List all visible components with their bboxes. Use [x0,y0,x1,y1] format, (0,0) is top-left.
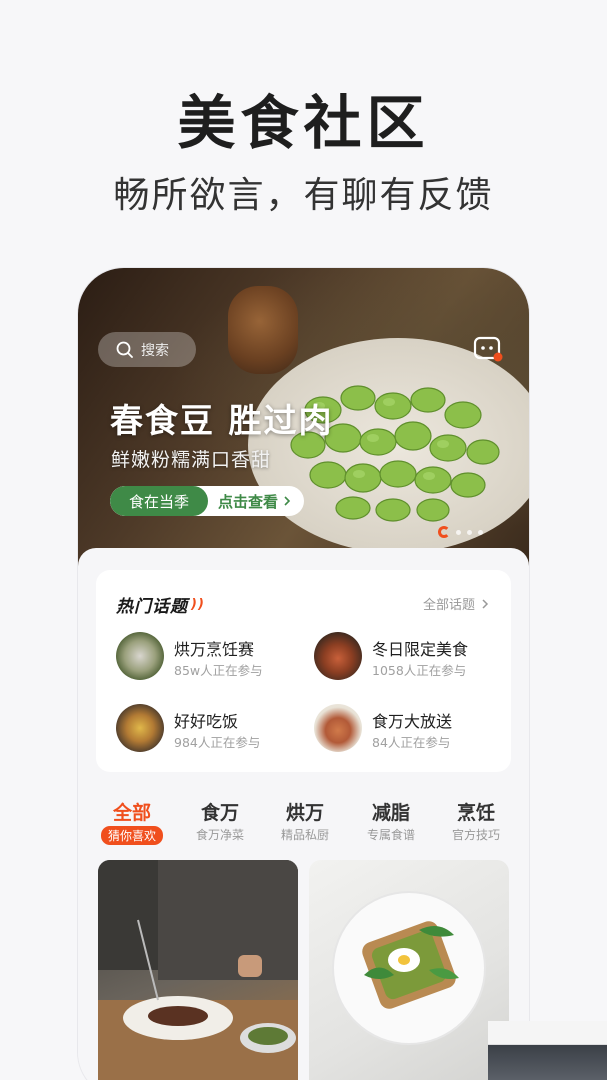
tab-diet[interactable]: 减脂 专属食谱 [351,798,431,843]
message-icon[interactable] [473,336,503,362]
search-placeholder: 搜索 [141,342,169,359]
topic-item[interactable]: 食万大放送 84人正在参与 [314,704,504,754]
topic-thumbnail [116,632,164,680]
tab-label: 烹饪 [456,802,495,824]
category-tabs: 全部 猜你喜欢 食万 食万净菜 烘万 精品私厨 减脂 专属食谱 烹饪 官方技巧 [98,798,513,850]
feed-card-toast[interactable] [309,860,509,1080]
topic-thumbnail [314,704,362,752]
topic-item[interactable]: 冬日限定美食 1058人正在参与 [314,632,504,682]
carousel-dot [478,529,483,535]
tab-label: 减脂 [371,802,410,824]
topic-count: 84人正在参与 [372,735,451,750]
tab-shiwan[interactable]: 食万 食万净菜 [180,798,260,843]
hot-topics-title-text: 热门话题 [116,597,188,617]
season-tag: 食在当季 [110,486,208,516]
topic-thumbnail [314,632,362,680]
chevron-right-icon [284,496,291,506]
tab-sublabel: 官方技巧 [451,828,500,842]
tab-sublabel: 精品私厨 [280,828,329,842]
carousel-dot [467,529,472,535]
tab-sublabel: 专属食谱 [366,828,415,842]
topic-name: 冬日限定美食 [372,640,469,659]
topic-item[interactable]: 好好吃饭 984人正在参与 [116,704,306,754]
avocado-toast-image [332,891,486,1045]
chevron-right-icon [482,598,489,609]
topic-thumbnail [116,704,164,752]
carousel-dot-active [438,526,450,538]
carousel-dot [456,529,461,535]
view-link[interactable]: 点击查看 [208,491,293,512]
promo-title: 美食社区 [177,89,430,157]
topic-name: 食万大放送 [372,712,453,731]
hero-banner[interactable]: 搜索 春食豆 胜过肉 鲜嫩粉糯满口香甜 食在当季 点击查看 [78,268,529,568]
topic-name: 好好吃饭 [174,712,239,731]
topic-count: 1058人正在参与 [372,663,467,678]
bottle-image [228,286,298,374]
tab-all[interactable]: 全部 猜你喜欢 [92,798,172,845]
feed-card-chef[interactable] [98,860,298,1080]
swoosh-icon: )) [191,597,205,612]
tab-sublabel: 食万净菜 [195,828,244,842]
search-icon [116,341,133,358]
carousel-indicator [438,526,489,538]
all-topics-label: 全部话题 [422,598,475,613]
tab-cooking[interactable]: 烹饪 官方技巧 [436,798,516,843]
banner-headline: 春食豆 胜过肉 [110,401,334,440]
topic-count: 984人正在参与 [174,735,261,750]
tab-label: 烘万 [285,802,324,824]
tab-label: 全部 [112,802,151,824]
chef-plating-image [98,860,298,1080]
content-sheet: 热门话题 )) 全部话题 烘万烹饪赛 85w人正在参与 冬日限定美食 1058人… [78,548,529,1080]
tab-hongwan[interactable]: 烘万 精品私厨 [265,798,345,843]
hot-topics-card: 热门话题 )) 全部话题 烘万烹饪赛 85w人正在参与 冬日限定美食 1058人… [96,570,511,772]
promo-subtitle: 畅所欲言，有聊有反馈 [113,175,494,216]
tab-sublabel: 猜你喜欢 [100,826,163,845]
view-link-label: 点击查看 [218,492,279,511]
tab-label: 食万 [200,802,239,824]
topic-item[interactable]: 烘万烹饪赛 85w人正在参与 [116,632,306,682]
corner-preview-image [488,1021,607,1080]
search-bar[interactable]: 搜索 [98,332,196,367]
topic-count: 85w人正在参与 [174,663,263,678]
hot-topics-title: 热门话题 )) [116,592,205,617]
phone-frame: 搜索 春食豆 胜过肉 鲜嫩粉糯满口香甜 食在当季 点击查看 热门话题)) 全部… [78,268,529,1080]
banner-subtitle: 鲜嫩粉糯满口香甜 [111,449,272,471]
all-topics-link[interactable]: 全部话题 [423,594,491,613]
banner-cta[interactable]: 食在当季 点击查看 [110,486,304,516]
topic-name: 烘万烹饪赛 [174,640,255,659]
